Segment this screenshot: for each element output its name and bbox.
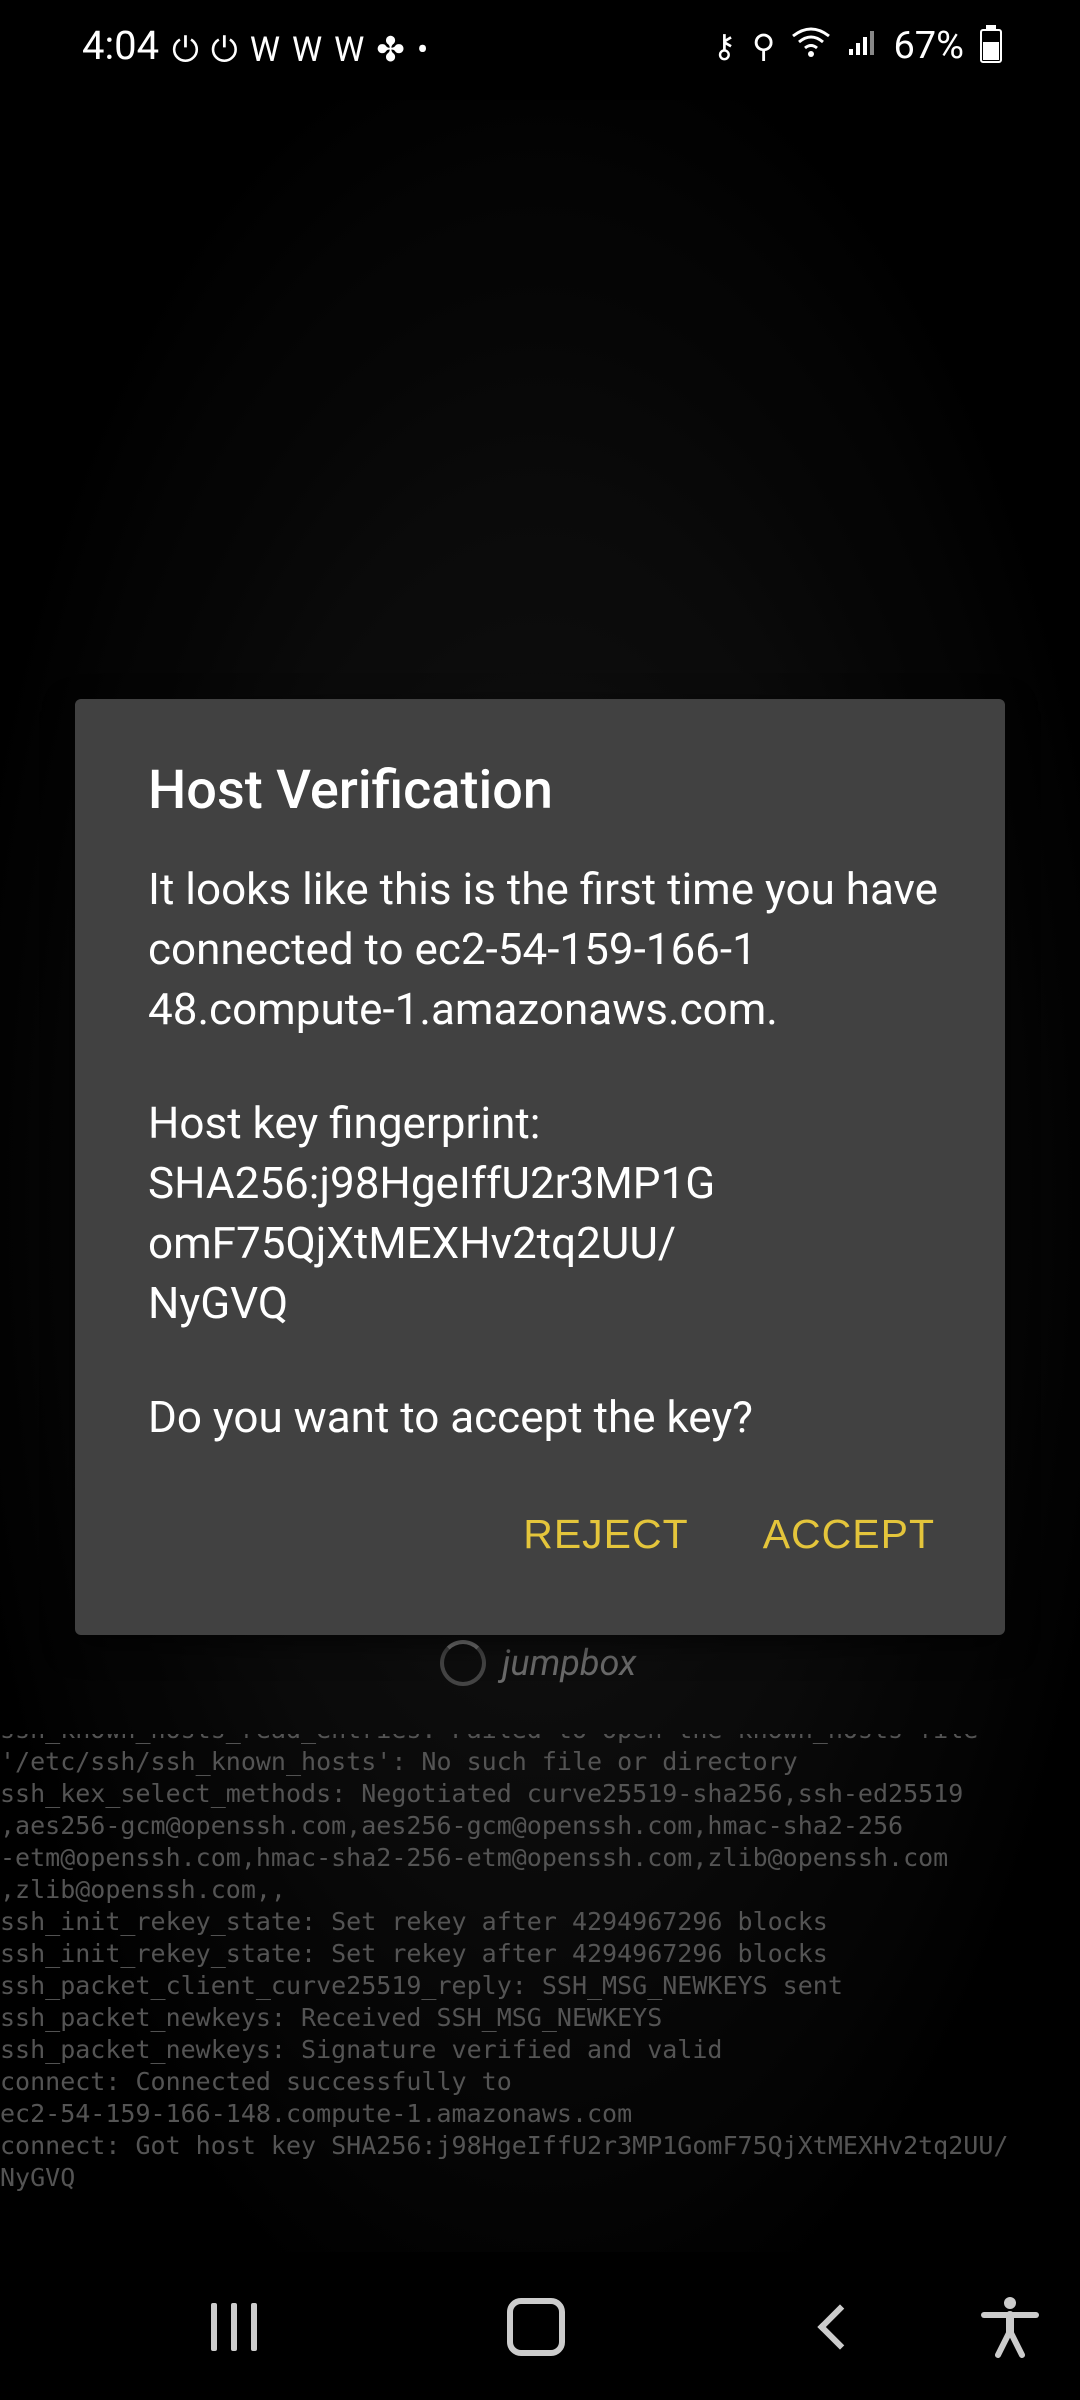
system-icons: ⚷ ⚲ 67% <box>713 24 1002 68</box>
log-line: ssh_packet_client_curve25519_reply: SSH_… <box>0 1971 843 2000</box>
recent-apps-icon <box>211 2303 257 2351</box>
log-line: '/etc/ssh/ssh_known_hosts': No such file… <box>0 1747 798 1776</box>
signal-icon <box>847 27 877 65</box>
dialog-actions: REJECT ACCEPT <box>523 1511 935 1558</box>
dialog-message: It looks like this is the first time you… <box>148 859 948 1447</box>
log-line: connect: Got host key SHA256:j98HgeIffU2… <box>0 2131 1009 2160</box>
home-icon <box>507 2298 565 2356</box>
navigation-bar <box>0 2252 1080 2400</box>
location-icon: ⚲ <box>752 27 776 65</box>
log-line: ssh_known_hosts_read_entries: Failed to … <box>0 1734 1080 1746</box>
accessibility-button[interactable] <box>970 2292 1050 2362</box>
loading-spinner-icon <box>440 1640 486 1686</box>
log-line: ec2-54-159-166-148.compute-1.amazonaws.c… <box>0 2099 633 2128</box>
fingerprint-label: Host key fingerprint: <box>148 1097 541 1149</box>
notification-icons: ⏻ ⏻ W W W ✤ • <box>172 28 428 72</box>
accept-button[interactable]: ACCEPT <box>763 1511 935 1558</box>
log-line: -etm@openssh.com,hmac-sha2-256-etm@opens… <box>0 1843 949 1872</box>
log-line: ssh_kex_select_methods: Negotiated curve… <box>0 1779 964 1808</box>
host-nickname: jumpbox <box>502 1642 637 1684</box>
log-lines: ssh_known_hosts_read_entries: Failed to … <box>0 1734 1080 2194</box>
fingerprint-line-2: omF75QjXtMEXHv2tq2UU/ <box>148 1217 677 1269</box>
fingerprint-line-3: NyGVQ <box>148 1277 289 1329</box>
status-time: 4:04 <box>82 22 160 69</box>
fingerprint-line-1: SHA256:j98HgeIffU2r3MP1G <box>148 1157 716 1209</box>
status-bar: 4:04 ⏻ ⏻ W W W ✤ • ⚷ ⚲ 67% <box>0 0 1080 100</box>
first-connection-message: It looks like this is the first time you… <box>148 863 938 1035</box>
accept-question: Do you want to accept the key? <box>148 1391 753 1443</box>
log-line: ,aes256-gcm@openssh.com,aes256-gcm@opens… <box>0 1811 904 1840</box>
dialog-title: Host Verification <box>148 759 553 822</box>
accessibility-icon <box>981 2297 1039 2358</box>
log-line: ,zlib@openssh.com,, <box>0 1875 286 1904</box>
log-line: ssh_packet_newkeys: Signature verified a… <box>0 2035 723 2064</box>
connection-status: jumpbox <box>440 1640 636 1686</box>
battery-percent: 67% <box>893 24 964 68</box>
connection-log: ssh_known_hosts_read_entries: Failed to … <box>0 1734 1080 2234</box>
back-button[interactable] <box>800 2292 880 2362</box>
w-icon: W <box>249 30 280 70</box>
reject-button[interactable]: REJECT <box>523 1511 688 1558</box>
battery-icon <box>980 25 1002 63</box>
log-line: connect: Connected successfully to <box>0 2067 512 2096</box>
log-line: ssh_init_rekey_state: Set rekey after 42… <box>0 1907 828 1936</box>
log-line: ssh_init_rekey_state: Set rekey after 42… <box>0 1939 828 1968</box>
fan-icon: ✤ <box>376 30 405 70</box>
w-icon: W <box>334 30 365 70</box>
log-line: ssh_packet_newkeys: Received SSH_MSG_NEW… <box>0 2003 663 2032</box>
back-icon <box>817 2304 863 2350</box>
power-icon: ⏻ <box>172 30 199 70</box>
host-verification-dialog: Host Verification It looks like this is … <box>75 699 1005 1635</box>
key-icon: ⚷ <box>712 27 737 65</box>
recent-apps-button[interactable] <box>194 2292 274 2362</box>
w-icon: W <box>291 30 323 70</box>
first-connection-text: It looks like this is the first time you… <box>148 859 948 1039</box>
home-button[interactable] <box>496 2292 576 2362</box>
wifi-icon <box>791 26 831 66</box>
power-icon: ⏻ <box>210 30 238 70</box>
log-line: NyGVQ <box>0 2163 76 2192</box>
dot-icon: • <box>416 30 429 70</box>
